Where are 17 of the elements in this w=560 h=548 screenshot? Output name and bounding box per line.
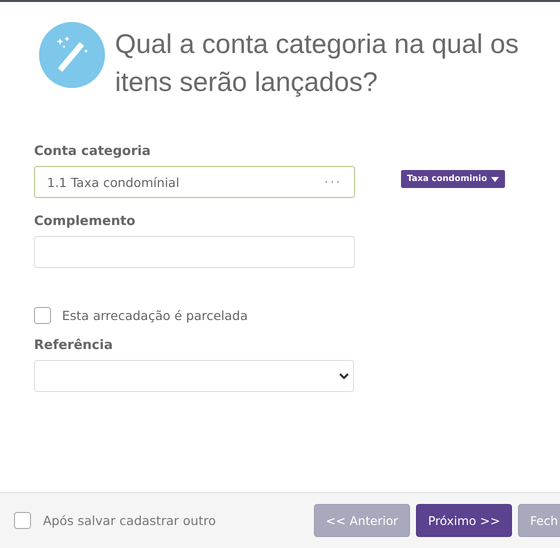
page-title: Qual a conta categoria na qual os itens serão lançados? — [115, 28, 520, 99]
caret-icon — [491, 176, 500, 182]
checkbox[interactable] — [14, 512, 31, 529]
checkbox-label: Após salvar cadastrar outro — [43, 513, 216, 528]
chevron-down-icon — [339, 372, 349, 380]
checkbox-label: Esta arrecadação é parcelada — [62, 308, 248, 323]
field-label: Conta categoria — [34, 144, 152, 159]
more-icon[interactable]: ··· — [324, 175, 342, 189]
footer-button[interactable]: Próximo >> — [416, 504, 512, 537]
magic-wand-icon — [39, 22, 105, 88]
field-label: Referência — [34, 338, 114, 353]
input-field[interactable] — [34, 236, 355, 268]
select-field[interactable] — [34, 360, 354, 392]
tag-dropdown[interactable]: Taxa condominio — [401, 170, 506, 188]
field-label: Complemento — [34, 214, 136, 229]
checkbox[interactable] — [34, 307, 51, 324]
category-field[interactable]: 1.1 Taxa condomínial ··· — [34, 166, 355, 198]
